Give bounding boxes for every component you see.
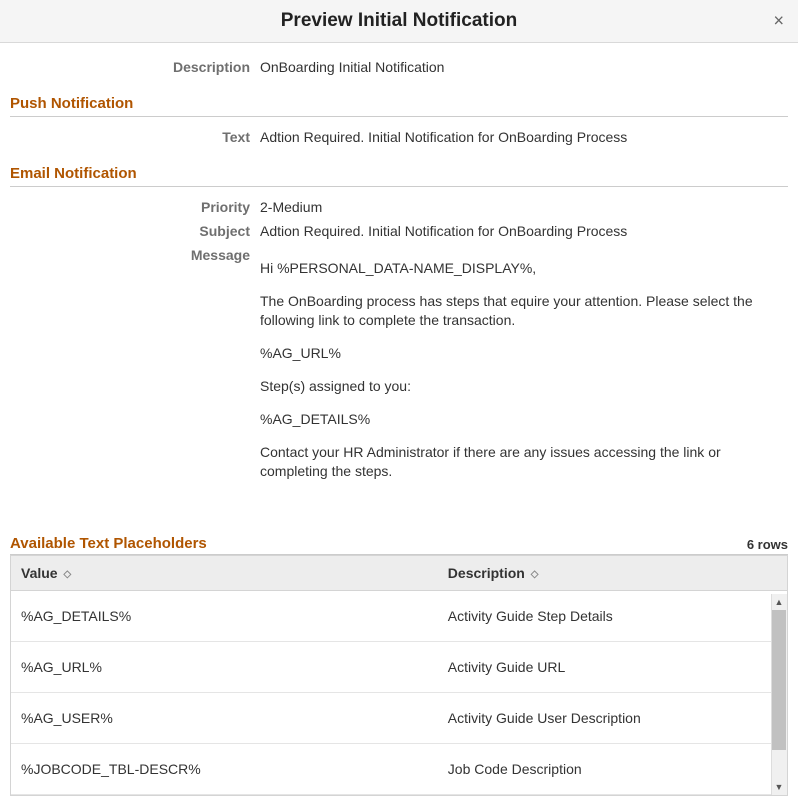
cell-value: %JOBCODE_TBL-DESCR% [11, 744, 438, 795]
message-line: The OnBoarding process has steps that eq… [260, 292, 788, 330]
email-priority-value: 2-Medium [260, 197, 788, 217]
content-area: Description OnBoarding Initial Notificat… [0, 43, 798, 495]
cell-description: Activity Guide User Description [438, 693, 787, 744]
scroll-up-arrow[interactable]: ▲ [771, 594, 787, 610]
message-line: Contact your HR Administrator if there a… [260, 443, 788, 481]
email-priority-label: Priority [10, 197, 260, 217]
placeholders-heading: Available Text Placeholders [10, 535, 207, 552]
table-row: %JOBCODE_TBL-DESCR% Job Code Description [11, 744, 787, 795]
description-value: OnBoarding Initial Notification [260, 57, 788, 77]
close-button[interactable]: × [769, 11, 788, 32]
sort-icon: ◇ [531, 569, 539, 580]
scroll-down-arrow[interactable]: ▼ [771, 779, 787, 795]
table-row: %AG_DETAILS% Activity Guide Step Details [11, 591, 787, 642]
scrollbar-thumb[interactable] [772, 610, 786, 750]
email-message-row: Message Hi %PERSONAL_DATA-NAME_DISPLAY%,… [10, 245, 788, 495]
table-row: %AG_USER% Activity Guide User Descriptio… [11, 693, 787, 744]
col-header-description-text: Description [448, 565, 525, 581]
email-subject-label: Subject [10, 221, 260, 241]
rows-count: 6 rows [747, 537, 788, 552]
email-subject-row: Subject Adtion Required. Initial Notific… [10, 221, 788, 241]
message-line: %AG_DETAILS% [260, 410, 788, 429]
email-notification-heading: Email Notification [10, 165, 788, 187]
table-row: %AG_URL% Activity Guide URL [11, 642, 787, 693]
modal-header: Preview Initial Notification × [0, 0, 798, 43]
close-icon: × [773, 11, 784, 31]
placeholders-section: Available Text Placeholders 6 rows Value… [0, 535, 798, 796]
placeholders-table: Value ◇ Description ◇ %AG_DETAILS% Activ… [11, 556, 787, 795]
col-header-value-text: Value [21, 565, 58, 581]
email-priority-row: Priority 2-Medium [10, 197, 788, 217]
placeholders-heading-row: Available Text Placeholders 6 rows [10, 535, 788, 555]
push-notification-heading: Push Notification [10, 95, 788, 117]
cell-value: %AG_DETAILS% [11, 591, 438, 642]
cell-value: %AG_USER% [11, 693, 438, 744]
message-line: %AG_URL% [260, 344, 788, 363]
cell-description: Job Code Description [438, 744, 787, 795]
push-text-row: Text Adtion Required. Initial Notificati… [10, 127, 788, 147]
cell-description: Activity Guide URL [438, 642, 787, 693]
sort-icon: ◇ [63, 569, 71, 580]
push-text-label: Text [10, 127, 260, 147]
message-line: Step(s) assigned to you: [260, 377, 788, 396]
col-header-value[interactable]: Value ◇ [11, 556, 438, 591]
email-message-label: Message [10, 245, 260, 265]
email-subject-value: Adtion Required. Initial Notification fo… [260, 221, 788, 241]
push-text-value: Adtion Required. Initial Notification fo… [260, 127, 788, 147]
col-header-description[interactable]: Description ◇ [438, 556, 787, 591]
message-line: Hi %PERSONAL_DATA-NAME_DISPLAY%, [260, 259, 788, 278]
description-label: Description [10, 57, 260, 77]
placeholders-table-wrapper: Value ◇ Description ◇ %AG_DETAILS% Activ… [10, 555, 788, 796]
cell-value: %AG_URL% [11, 642, 438, 693]
modal-title: Preview Initial Notification [281, 10, 518, 31]
scrollbar-track[interactable]: ▲ ▼ [771, 594, 787, 795]
cell-description: Activity Guide Step Details [438, 591, 787, 642]
description-row: Description OnBoarding Initial Notificat… [10, 57, 788, 77]
email-message-body: Hi %PERSONAL_DATA-NAME_DISPLAY%, The OnB… [260, 245, 788, 495]
